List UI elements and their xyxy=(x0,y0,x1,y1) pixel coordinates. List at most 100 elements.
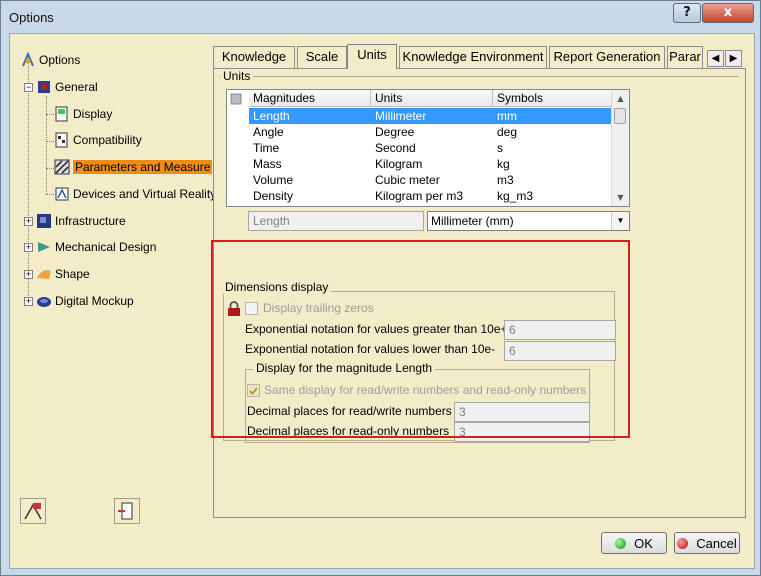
tree-item-label: Display xyxy=(73,107,113,121)
tree-item-label: Options xyxy=(39,53,81,67)
unit-combo-value: Millimeter (mm) xyxy=(431,214,514,228)
cell-unit: Cubic meter xyxy=(375,173,440,187)
devices-icon xyxy=(54,186,70,202)
general-icon xyxy=(36,79,52,95)
dimensions-group-label: Dimensions display xyxy=(222,280,332,294)
title-bar[interactable]: Options ? x xyxy=(1,1,760,35)
compatibility-icon xyxy=(54,132,70,148)
cell-unit: Degree xyxy=(375,125,415,139)
cell-magnitude: Time xyxy=(253,141,280,155)
tree-item-general[interactable]: − General xyxy=(24,77,98,97)
options-window: Options ? x Options − General Display Co… xyxy=(0,0,761,576)
display-icon xyxy=(54,106,70,122)
ro-decimals-label: Decimal places for read-only numbers xyxy=(247,424,450,438)
table-corner-icon xyxy=(229,92,244,106)
tab-scale[interactable]: Scale xyxy=(297,46,347,68)
cell-unit: Second xyxy=(375,141,416,155)
parameters-icon xyxy=(54,159,70,175)
infrastructure-icon xyxy=(36,213,52,229)
cancel-button[interactable]: Cancel xyxy=(674,532,740,554)
units-table-scrollbar[interactable]: ▲ ▼ xyxy=(611,90,629,206)
cell-symbol: kg_m3 xyxy=(497,189,534,203)
tree-item-devices[interactable]: Devices and Virtual Reality xyxy=(54,184,216,204)
tree-item-infrastructure[interactable]: + Infrastructure xyxy=(24,211,126,231)
table-row[interactable]: Mass Kilogram kg xyxy=(249,156,613,172)
cell-unit: Kilogram xyxy=(375,157,423,171)
cell-unit: Millimeter xyxy=(375,109,427,123)
cell-symbol: deg xyxy=(497,125,518,139)
lock-icon[interactable] xyxy=(226,301,242,317)
rw-decimals-input[interactable]: 3 xyxy=(454,402,590,422)
table-row[interactable]: Density Kilogram per m3 kg_m3 xyxy=(249,188,613,204)
options-tree-icon xyxy=(20,51,36,68)
tree-item-display[interactable]: Display xyxy=(54,104,112,124)
units-table[interactable]: Magnitudes Units Symbols Length Millimet… xyxy=(226,89,630,207)
help-button[interactable]: ? xyxy=(673,3,701,23)
table-row[interactable]: Time Second s xyxy=(249,140,613,156)
tree-item-label: Parameters and Measure xyxy=(73,160,213,174)
cell-unit: Kilogram per m3 xyxy=(375,189,464,203)
tree-item-parameters-and-measure[interactable]: Parameters and Measure xyxy=(54,157,213,177)
scroll-thumb[interactable] xyxy=(614,108,626,124)
ok-label: OK xyxy=(634,535,653,551)
mechanical-design-icon xyxy=(36,239,52,255)
scroll-down-icon[interactable]: ▼ xyxy=(612,189,629,206)
ok-button[interactable]: OK xyxy=(601,532,667,554)
cell-magnitude: Density xyxy=(253,189,294,203)
tree-item-label: Shape xyxy=(55,267,90,281)
exp-lower-input[interactable]: 6 xyxy=(504,341,616,361)
table-row[interactable]: Volume Cubic meter m3 xyxy=(249,172,613,188)
reset-button[interactable] xyxy=(20,498,46,524)
unit-combo[interactable]: Millimeter (mm) ▼ xyxy=(427,211,630,231)
collapse-icon[interactable]: − xyxy=(24,82,33,92)
close-button[interactable]: x xyxy=(702,3,754,23)
same-display-checkbox[interactable] xyxy=(247,384,260,397)
tree-item-digital-mockup[interactable]: + Digital Mockup xyxy=(24,291,134,311)
digital-mockup-icon xyxy=(36,293,52,309)
column-header-units[interactable]: Units xyxy=(371,90,493,107)
cancel-label: Cancel xyxy=(696,535,737,551)
trailing-zeros-checkbox[interactable] xyxy=(245,302,258,315)
exp-greater-input[interactable]: 6 xyxy=(504,320,616,340)
units-tab-panel: Units Magnitudes Units Symbols Length Mi… xyxy=(213,68,746,518)
expand-icon[interactable]: + xyxy=(24,296,33,306)
tab-scroll-right-icon[interactable]: ▶ xyxy=(725,50,742,67)
reset-icon xyxy=(24,503,42,520)
cell-symbol: mm xyxy=(497,109,517,123)
ok-icon xyxy=(615,537,627,549)
export-settings-button[interactable] xyxy=(114,498,140,524)
column-header-symbols[interactable]: Symbols xyxy=(493,90,613,107)
expand-icon[interactable]: + xyxy=(24,269,33,279)
tree-item-options[interactable]: Options xyxy=(20,50,80,70)
cell-symbol: s xyxy=(497,141,503,155)
current-magnitude-field: Length xyxy=(248,211,424,231)
expand-icon[interactable]: + xyxy=(24,242,33,252)
cell-symbol: kg xyxy=(497,157,510,171)
window-title: Options xyxy=(9,10,54,25)
same-display-label: Same display for read/write numbers and … xyxy=(264,383,587,397)
column-header-magnitudes[interactable]: Magnitudes xyxy=(249,90,371,107)
shape-icon xyxy=(36,266,52,282)
trailing-zeros-label: Display trailing zeros xyxy=(263,301,374,315)
dialog-client: Options − General Display Compatibility … xyxy=(9,33,755,569)
tab-scroll-left-icon[interactable]: ◀ xyxy=(707,50,724,67)
tab-report-generation[interactable]: Report Generation xyxy=(549,46,665,68)
chevron-down-icon[interactable]: ▼ xyxy=(611,212,629,230)
tab-parameters[interactable]: Parar xyxy=(667,46,703,68)
tab-knowledge-environment[interactable]: Knowledge Environment xyxy=(399,46,547,68)
exp-lower-label: Exponential notation for values lower th… xyxy=(245,342,496,356)
tree-item-compatibility[interactable]: Compatibility xyxy=(54,130,142,150)
tree-item-shape[interactable]: + Shape xyxy=(24,264,90,284)
tab-knowledge[interactable]: Knowledge xyxy=(213,46,295,68)
tree-item-label: Devices and Virtual Reality xyxy=(73,187,217,201)
ro-decimals-input[interactable]: 3 xyxy=(454,422,590,442)
scroll-up-icon[interactable]: ▲ xyxy=(612,90,629,107)
units-group-label: Units xyxy=(220,69,254,83)
expand-icon[interactable]: + xyxy=(24,216,33,226)
table-row[interactable]: Angle Degree deg xyxy=(249,124,613,140)
tree-item-mechanical-design[interactable]: + Mechanical Design xyxy=(24,237,156,257)
cancel-icon xyxy=(677,537,689,549)
table-row[interactable]: Length Millimeter mm xyxy=(249,108,613,124)
tab-units[interactable]: Units xyxy=(347,44,397,69)
rw-decimals-label: Decimal places for read/write numbers xyxy=(247,404,452,418)
